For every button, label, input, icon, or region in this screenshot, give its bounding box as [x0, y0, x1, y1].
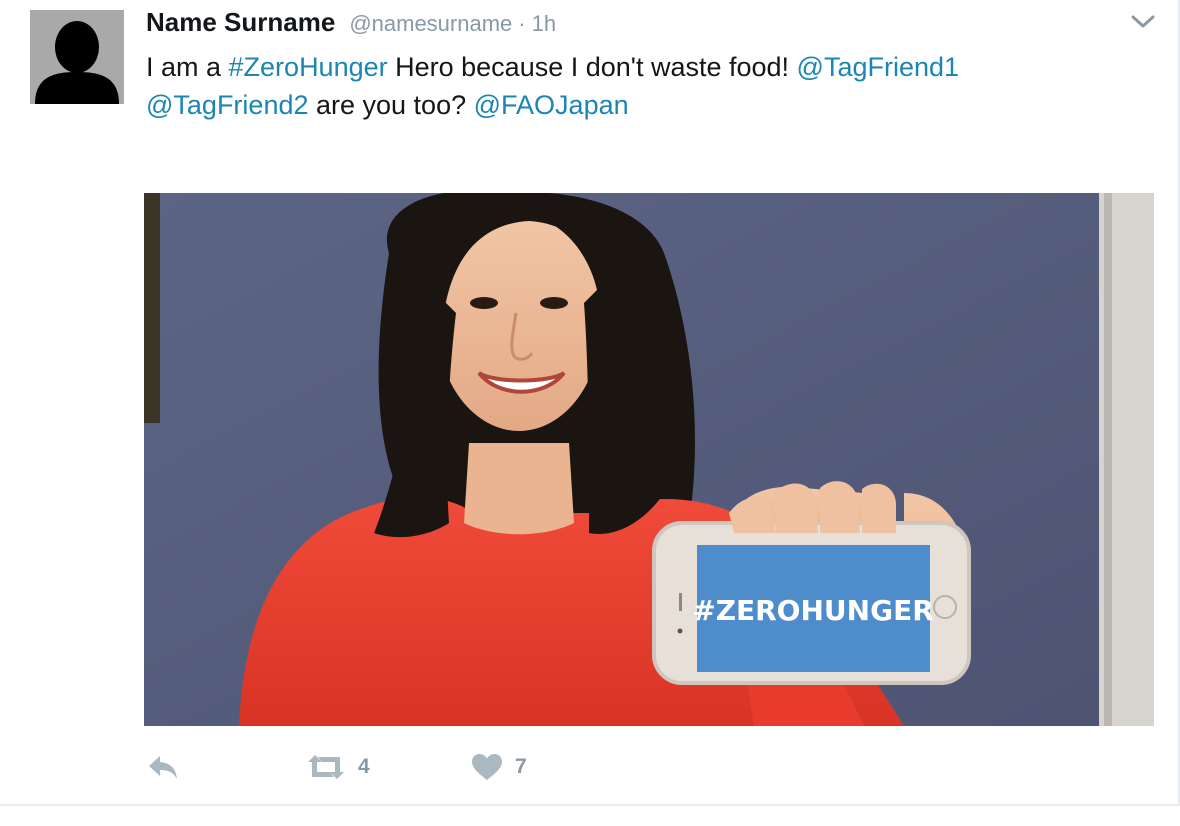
mention-link[interactable]: @TagFriend2 [146, 90, 309, 120]
phone-screen-text: #ZEROHUNGER [692, 594, 934, 627]
like-count: 7 [515, 755, 527, 778]
tweet-text-segment: I am a [146, 52, 229, 82]
reply-icon [149, 756, 177, 779]
tweet-text: I am a #ZeroHunger Hero because I don't … [146, 48, 1146, 124]
chevron-down-icon[interactable] [1130, 10, 1156, 32]
retweet-count: 4 [358, 755, 370, 778]
tweet-text-segment: Hero because I don't waste food! [387, 52, 797, 82]
default-profile-icon [30, 10, 124, 104]
mention-link[interactable]: @TagFriend1 [797, 52, 960, 82]
tweet-photo[interactable]: #ZEROHUNGER [144, 193, 1154, 726]
tweet-header: Name Surname @namesurname · 1h [146, 7, 556, 39]
like-button[interactable]: 7 [471, 748, 527, 786]
retweet-icon [308, 755, 344, 779]
hashtag-link[interactable]: #ZeroHunger [229, 52, 388, 82]
mention-link[interactable]: @FAOJapan [474, 90, 629, 120]
tweet-text-segment: are you too? [308, 90, 474, 120]
avatar[interactable] [30, 10, 124, 104]
header-separator: · [518, 11, 526, 36]
retweet-button[interactable]: 4 [306, 748, 370, 786]
heart-icon [472, 754, 502, 780]
tweet-timestamp[interactable]: 1h [532, 11, 556, 37]
reply-button[interactable] [146, 748, 180, 786]
author-name[interactable]: Name Surname [146, 7, 335, 38]
author-handle[interactable]: @namesurname [349, 11, 512, 37]
tweet-card: Name Surname @namesurname · 1h I am a #Z… [0, 0, 1180, 806]
